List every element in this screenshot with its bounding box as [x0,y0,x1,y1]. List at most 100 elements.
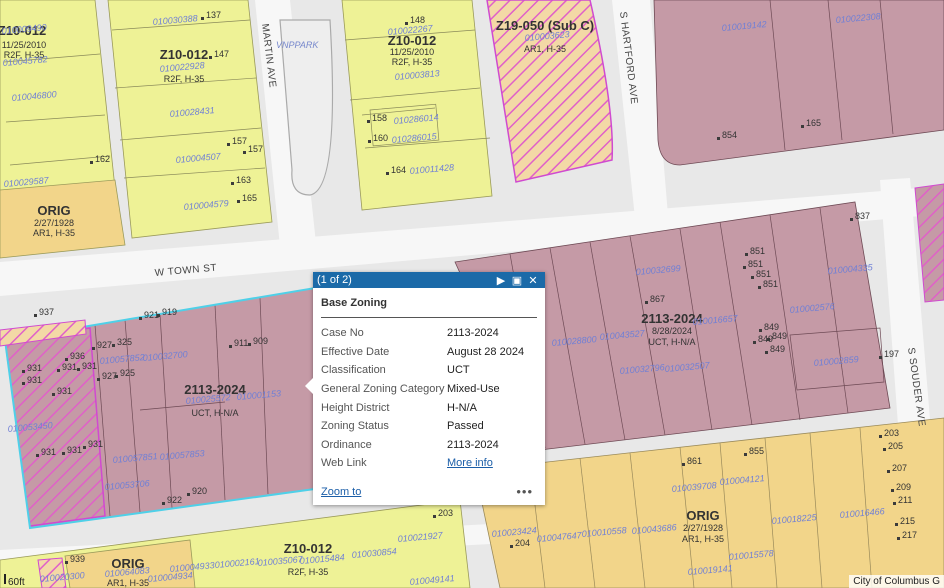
address-point-icon [367,120,370,123]
address-point-icon [897,537,900,540]
attribute-value: Mixed-Use [447,383,500,396]
popup-pointer [305,378,313,394]
address-number-label: 851 [756,269,771,279]
attribute-label: Classification [321,364,386,377]
address-point-icon [850,218,853,221]
address-number-label: 204 [515,538,530,548]
attribute-label: Ordinance [321,438,372,451]
next-feature-icon[interactable]: ▶ [493,274,509,287]
address-point-icon [231,182,234,185]
address-number-label: 931 [27,375,42,385]
attribute-row: Zoning Status Passed [321,417,537,436]
address-point-icon [883,448,886,451]
address-number-label: 920 [192,486,207,496]
attribute-row: Case No 2113-2024 [321,324,537,343]
address-point-icon [115,375,118,378]
address-point-icon [237,200,240,203]
address-number-label: 137 [206,10,221,20]
address-number-label: 909 [253,336,268,346]
address-point-icon [209,56,212,59]
address-point-icon [405,22,408,25]
zone-label-orig-b-code: ORIG [686,508,719,523]
address-point-icon [248,343,251,346]
address-point-icon [744,453,747,456]
address-number-label: 931 [82,361,97,371]
address-point-icon [112,344,115,347]
attribute-value: Passed [447,420,484,433]
address-point-icon [57,369,60,372]
zone-label-uct-b-date: 8/28/2024 [652,326,692,336]
attribute-value: H-N/A [447,401,477,414]
address-number-label: 931 [41,447,56,457]
address-point-icon [65,358,68,361]
zoom-to-link[interactable]: Zoom to [321,486,516,498]
address-number-label: 157 [248,144,263,154]
attribution: City of Columbus G [849,575,944,588]
address-number-label: 937 [39,307,54,317]
address-point-icon [201,17,204,20]
attribute-row: Ordinance 2113-2024 [321,436,537,455]
address-point-icon [891,489,894,492]
address-point-icon [386,172,389,175]
address-number-label: 931 [57,386,72,396]
address-point-icon [77,368,80,371]
attribute-label: Case No [321,327,364,340]
address-number-label: 927 [97,340,112,350]
address-number-label: 861 [687,456,702,466]
address-number-label: 931 [88,439,103,449]
address-point-icon [52,393,55,396]
address-number-label: 211 [898,495,912,505]
popup-footer: Zoom to ••• [321,484,533,499]
address-number-label: 851 [763,279,778,289]
address-number-label: 849 [758,334,773,344]
address-point-icon [34,314,37,317]
address-number-label: 922 [167,495,182,505]
attribute-value[interactable]: More info [447,454,537,473]
address-point-icon [879,435,882,438]
address-point-icon [765,351,768,354]
address-point-icon [893,502,896,505]
address-number-label: 207 [892,463,907,473]
address-number-label: 203 [884,428,899,438]
address-point-icon [759,329,762,332]
address-point-icon [83,446,86,449]
address-number-label: 855 [749,446,764,456]
more-actions-icon[interactable]: ••• [516,484,533,499]
attribute-table: Case No 2113-2024 Effective Date August 28 … [321,324,537,473]
attribute-row: Classification UCT [321,361,537,380]
address-point-icon [801,125,804,128]
address-number-label: 849 [772,331,787,341]
popup-header: (1 of 2) ▶ ▣ ✕ [313,272,545,288]
address-number-label: 936 [70,351,85,361]
address-number-label: 160 [373,133,388,143]
attribute-value: 2113-2024 [447,438,499,451]
address-point-icon [751,276,754,279]
address-point-icon [717,137,720,140]
address-point-icon [368,140,371,143]
attribute-label: Effective Date [321,345,390,358]
address-number-label: 165 [806,118,821,128]
address-number-label: 851 [750,246,765,256]
address-number-label: 165 [242,193,257,203]
zone-label-z10-c-date: 11/25/2010 [390,47,434,57]
address-point-icon [229,345,232,348]
address-number-label: 158 [372,113,387,123]
attribute-row: Web Link More info [321,454,537,473]
scale-tick [4,574,6,584]
address-point-icon [753,341,756,344]
address-number-label: 849 [770,344,785,354]
zone-label-orig-b-sub: AR1, H-35 [682,534,724,544]
zone-label-orig-a-sub: AR1, H-35 [33,228,75,238]
address-point-icon [62,452,65,455]
address-number-label: 157 [232,136,247,146]
address-point-icon [743,266,746,269]
popup-counter: (1 of 2) [317,274,352,286]
address-point-icon [227,143,230,146]
maximize-icon[interactable]: ▣ [509,274,525,287]
close-icon[interactable]: ✕ [525,274,541,287]
attribute-value: 2113-2024 [447,327,499,340]
more-info-link[interactable]: More info [447,457,493,469]
address-point-icon [510,545,513,548]
zoning-popup: (1 of 2) ▶ ▣ ✕ Base Zoning Case No 2113-2… [305,272,545,505]
address-number-label: 147 [214,49,229,59]
